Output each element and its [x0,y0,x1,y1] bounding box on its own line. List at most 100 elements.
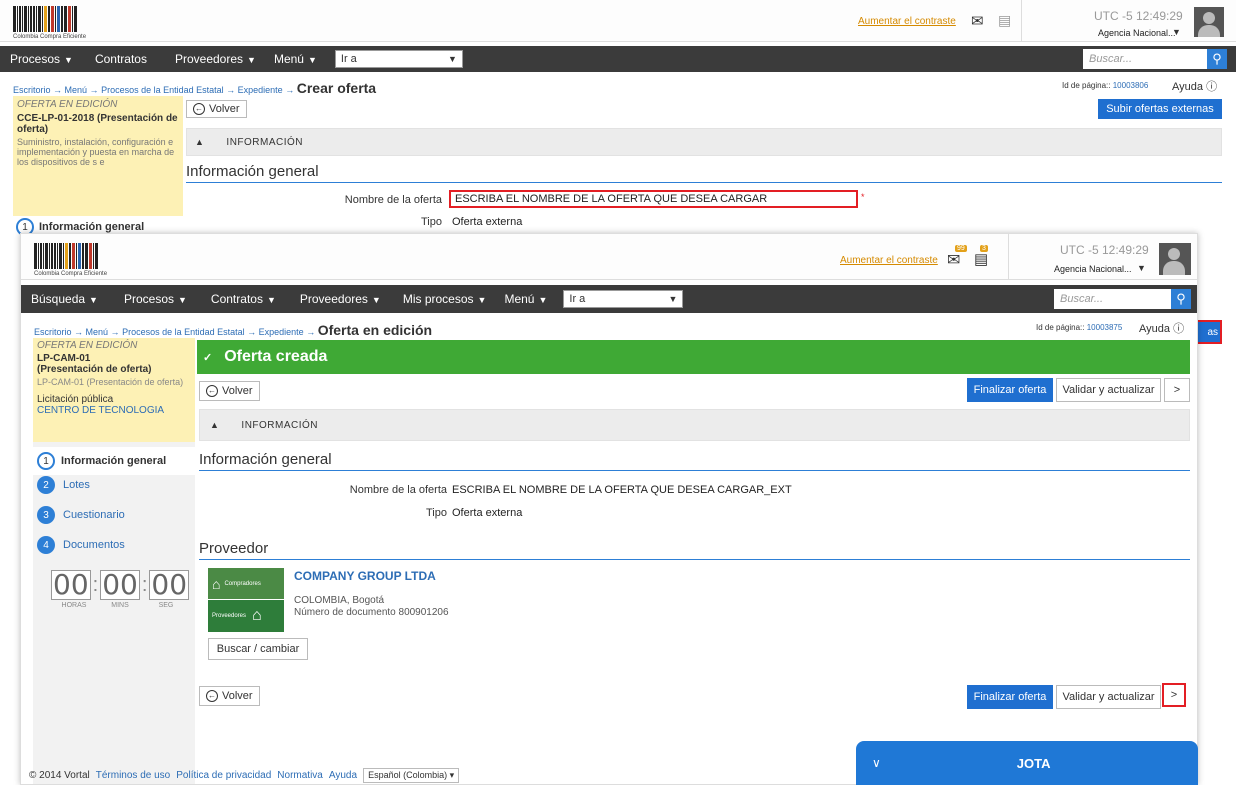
info-header[interactable]: ▲ INFORMACIÓN [199,409,1190,441]
nav-contratos[interactable]: Contratos ▼ [197,292,286,306]
bg-type-label: Tipo [421,216,442,228]
footer-normativa-link[interactable]: Normativa [277,770,323,781]
crumb-menu[interactable]: Menú [86,327,109,337]
nav-mis-procesos[interactable]: Mis procesos ▼ [391,292,497,306]
agency-selector[interactable]: Agencia Nacional... [1054,264,1132,274]
bg-upload-external-edge[interactable]: as [1196,320,1222,344]
nav-busqueda[interactable]: Búsqueda ▼ [21,292,108,306]
nav-proveedores[interactable]: Proveedores ▼ [286,292,391,306]
bg-offer-name-field[interactable]: ESCRIBA EL NOMBRE DE LA OFERTA QUE DESEA… [449,190,858,208]
bg-nav-menu[interactable]: Menú ▼ [266,52,327,66]
bg-crumb-menu[interactable]: Menú [65,85,88,95]
footer-terms-link[interactable]: Términos de uso [96,770,170,781]
topbar: Colombia Compra Eficiente Aumentar el co… [21,234,1197,280]
offer-name-value: ESCRIBA EL NOMBRE DE LA OFERTA QUE DESEA… [452,484,792,496]
process-paren: (Presentación de oferta) [37,364,152,375]
footer: © 2014 Vortal Términos de uso Política d… [29,768,460,783]
bg-back-button[interactable]: ← Volver [186,100,247,118]
nav-menu[interactable]: Menú ▼ [496,292,557,306]
bg-section-general: Información general [186,163,1222,183]
bg-process-desc: Suministro, instalación, configuración e… [17,137,175,167]
bg-help-link[interactable]: Ayuda ⓘ [1172,78,1217,94]
bg-divider [1021,0,1022,42]
help-icon: ⓘ [1173,323,1185,335]
bg-agency-selector[interactable]: Agencia Nacional... [1098,28,1176,38]
aumentar-contraste-link[interactable]: Aumentar el contraste [840,255,938,266]
bg-required-mark: * [861,192,865,202]
step-documentos[interactable]: 4 Documentos [33,536,125,554]
bg-status: OFERTA EN EDICIÓN [17,99,118,110]
bg-crumb-expediente[interactable]: Expediente [238,85,283,95]
provider-document: Número de documento 800901206 [294,607,449,618]
house-icon: ⌂ [212,575,221,592]
footer-privacy-link[interactable]: Política de privacidad [176,770,271,781]
bg-type-value: Oferta externa [452,216,523,228]
chevron-down-icon[interactable]: ∨ [872,756,881,770]
step-lotes[interactable]: 2 Lotes [33,476,90,494]
logo[interactable]: Colombia Compra Eficiente [34,243,107,277]
bg-breadcrumb: Escritorio → Menú → Procesos de la Entid… [13,80,377,96]
bg-mail-icon[interactable]: ✉ [971,12,984,30]
next-button-bottom[interactable]: > [1162,683,1186,707]
bg-search-input[interactable]: Buscar... [1083,49,1207,69]
documents-badge: 3 [980,245,988,252]
user-avatar[interactable] [1159,243,1191,275]
jota-chat-widget[interactable]: ∨ JOTA [856,741,1198,785]
bg-logo[interactable]: Colombia Compra Eficiente [13,6,86,40]
foreground-screenshot: Colombia Compra Eficiente Aumentar el co… [20,233,1198,785]
bg-search-button[interactable]: ⚲ [1207,49,1227,69]
back-button-bottom[interactable]: ← Volver [199,686,260,706]
process-type: Licitación pública [37,394,114,405]
bg-nav-contratos[interactable]: Contratos [83,52,157,66]
type-value: Oferta externa [452,507,523,519]
help-link[interactable]: Ayuda ⓘ [1139,320,1184,336]
bg-ir-a-select[interactable]: Ir a ▼ [334,50,463,68]
search-change-provider-button[interactable]: Buscar / cambiar [208,638,308,660]
search-icon: ⚲ [1176,291,1186,306]
documents-button[interactable]: ▤ 3 [974,245,989,268]
offer-name-label: Nombre de la oferta [349,484,447,496]
mail-button[interactable]: ✉ 99 [947,245,967,270]
nav-procesos[interactable]: Procesos ▼ [108,292,197,306]
bg-crumb-procesos[interactable]: Procesos de la Entidad Estatal [101,85,224,95]
language-select[interactable]: Español (Colombia) ▾ [363,768,460,783]
bg-nav-proveedores[interactable]: Proveedores ▼ [157,52,266,66]
step-informacion-general[interactable]: 1 Información general [33,447,195,475]
validate-update-button-top[interactable]: Validar y actualizar [1056,378,1161,402]
bg-document-icon[interactable]: ▤ [998,12,1011,29]
breadcrumb: Escritorio → Menú → Procesos de la Entid… [34,322,433,338]
process-summary: OFERTA EN EDICIÓN LP-CAM-01 (Presentació… [33,338,195,442]
agency-caret-icon[interactable]: ▼ [1137,263,1146,273]
bg-crumb-escritorio[interactable]: Escritorio [13,85,51,95]
process-entity[interactable]: CENTRO DE TECNOLOGIA [33,405,195,416]
finalize-offer-button-bottom[interactable]: Finalizar oferta [967,685,1053,709]
step-cuestionario[interactable]: 3 Cuestionario [33,506,125,524]
collapse-up-icon: ▲ [195,137,205,147]
jota-label: JOTA [1016,755,1051,771]
bg-upload-external-button[interactable]: Subir ofertas externas [1098,99,1222,119]
search-icon: ⚲ [1212,51,1222,66]
bg-agency-caret-icon[interactable]: ▼ [1172,27,1181,37]
finalize-offer-button-top[interactable]: Finalizar oferta [967,378,1053,402]
help-icon: ⓘ [1206,81,1218,93]
back-button-top[interactable]: ← Volver [199,381,260,401]
bg-nav-procesos[interactable]: Procesos ▼ [0,52,83,66]
document-icon: ▤ [974,251,989,268]
search-input[interactable]: Buscar... [1054,289,1171,309]
bg-page-id: Id de página:: 10003806 [1062,81,1149,90]
provider-name-link[interactable]: COMPANY GROUP LTDA [294,569,436,583]
bg-avatar[interactable] [1194,7,1224,37]
bg-info-header[interactable]: ▲ INFORMACIÓN [186,128,1222,156]
mail-icon: ✉ [947,252,961,269]
bg-process-summary: OFERTA EN EDICIÓN CCE-LP-01-2018 (Presen… [13,96,183,216]
crumb-procesos[interactable]: Procesos de la Entidad Estatal [122,327,245,337]
crumb-escritorio[interactable]: Escritorio [34,327,72,337]
crumb-expediente[interactable]: Expediente [259,327,304,337]
next-button-top[interactable]: > [1164,378,1190,402]
collapse-up-icon: ▲ [210,420,220,430]
ir-a-select[interactable]: Ir a ▼ [563,290,684,308]
validate-update-button-bottom[interactable]: Validar y actualizar [1056,685,1161,709]
search-button[interactable]: ⚲ [1171,289,1191,309]
footer-help-link[interactable]: Ayuda [329,770,357,781]
bg-aumentar-contraste-link[interactable]: Aumentar el contraste [858,16,956,27]
